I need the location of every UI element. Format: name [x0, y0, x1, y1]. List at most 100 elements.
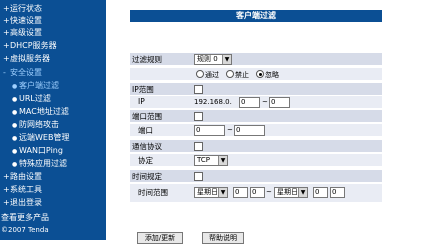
- client-filter-form: 客户端过滤 过滤规则 规则 0 ▼ 通过 禁止 忽略 IP范围 IP 192.16…: [130, 10, 382, 218]
- hour-start-input[interactable]: 0: [233, 187, 248, 198]
- time-range-row: 时间范围 星期日 ▼ 0 0 ~ 星期日 ▼ 0 0: [130, 184, 382, 202]
- expand-icon: +: [3, 16, 10, 25]
- sidebar-item-advanced[interactable]: +高级设置: [3, 27, 42, 38]
- expand-icon: +: [3, 198, 10, 207]
- bullet-icon: ●: [12, 135, 18, 142]
- sidebar-item-logout[interactable]: +退出登录: [3, 197, 42, 208]
- radio-deny[interactable]: [226, 70, 234, 78]
- sidebar-item-virtual-server[interactable]: +虚拟服务器: [3, 53, 50, 64]
- sidebar-item-client-filter[interactable]: ● 客户端过滤: [12, 80, 59, 91]
- day-end-value: 星期日: [277, 188, 298, 196]
- expand-icon: +: [3, 172, 10, 181]
- day-end-select[interactable]: 星期日 ▼: [274, 187, 308, 198]
- expand-icon: +: [3, 28, 10, 37]
- chevron-down-icon: ▼: [298, 188, 307, 197]
- help-button[interactable]: 帮助说明: [202, 232, 244, 244]
- protocol-label: 协定: [138, 156, 153, 165]
- ip-range-row: IP范围: [130, 83, 382, 95]
- port-range-checkbox[interactable]: [194, 112, 203, 121]
- sidebar-item-label: MAC地址过滤: [19, 107, 69, 116]
- sidebar-item-label: 特殊应用过滤: [19, 159, 67, 168]
- add-update-button[interactable]: 添加/更新: [137, 232, 183, 244]
- sidebar-item-label: 远端WEB管理: [19, 133, 70, 142]
- sidebar-item-label: 快速设置: [10, 16, 42, 25]
- time-section-label: 时间规定: [132, 172, 162, 181]
- chevron-down-icon: ▼: [218, 156, 227, 165]
- day-start-value: 星期日: [197, 188, 218, 196]
- sidebar: +运行状态 +快速设置 +高级设置 +DHCP服务器 +虚拟服务器 - 安全设置 …: [0, 0, 106, 240]
- expand-icon: +: [3, 185, 10, 194]
- ip-label: IP: [138, 97, 145, 106]
- chevron-down-icon: ▼: [218, 188, 227, 197]
- sidebar-item-label: 安全设置: [10, 68, 42, 77]
- main-content: 客户端过滤 过滤规则 规则 0 ▼ 通过 禁止 忽略 IP范围 IP 192.16…: [106, 0, 430, 244]
- hour-end-input[interactable]: 0: [313, 187, 328, 198]
- ip-range-label: IP范围: [132, 85, 154, 94]
- sidebar-item-special-app[interactable]: ● 特殊应用过滤: [12, 158, 67, 169]
- ip-prefix: 192.168.0.: [194, 98, 232, 106]
- min-end-input[interactable]: 0: [330, 187, 345, 198]
- sidebar-item-label: DHCP服务器: [10, 41, 57, 50]
- port-range-label: 端口范围: [132, 112, 162, 121]
- radio-deny-label: 禁止: [235, 71, 249, 79]
- sidebar-item-label: 虚拟服务器: [10, 54, 50, 63]
- sidebar-item-label: 运行状态: [10, 4, 42, 13]
- port-end-input[interactable]: 0: [234, 125, 265, 136]
- collapse-icon: -: [3, 68, 6, 77]
- sidebar-item-mac-filter[interactable]: ● MAC地址过滤: [12, 106, 69, 117]
- time-checkbox[interactable]: [194, 172, 203, 181]
- protocol-section-row: 通信协议: [130, 140, 382, 152]
- bullet-icon: ●: [12, 122, 18, 129]
- time-range-label: 时间范围: [138, 188, 168, 197]
- expand-icon: +: [3, 54, 10, 63]
- sidebar-item-tools[interactable]: +系统工具: [3, 184, 42, 195]
- radio-pass-label: 通过: [205, 71, 219, 79]
- protocol-section-label: 通信协议: [132, 142, 162, 151]
- protocol-row: 协定 TCP ▼: [130, 154, 382, 166]
- sidebar-item-remote-web[interactable]: ● 远端WEB管理: [12, 132, 69, 143]
- time-section-row: 时间规定: [130, 170, 382, 182]
- sidebar-item-label: 防网络攻击: [19, 120, 59, 129]
- protocol-value: TCP: [197, 156, 210, 164]
- ip-separator: ~: [262, 98, 268, 106]
- sidebar-item-dhcp[interactable]: +DHCP服务器: [3, 40, 57, 51]
- radio-pass[interactable]: [196, 70, 204, 78]
- bullet-icon: ●: [12, 148, 18, 155]
- action-row: 通过 禁止 忽略: [130, 68, 382, 80]
- copyright: ©2007 Tenda: [1, 226, 49, 234]
- port-separator: ~: [227, 126, 233, 134]
- expand-icon: +: [3, 4, 10, 13]
- radio-ignore[interactable]: [256, 70, 264, 78]
- ip-range-checkbox[interactable]: [194, 85, 203, 94]
- day-start-select[interactable]: 星期日 ▼: [194, 187, 228, 198]
- sidebar-item-anti-attack[interactable]: ● 防网络攻击: [12, 119, 59, 130]
- filter-rule-select[interactable]: 规则 0 ▼: [194, 54, 232, 65]
- ip-end-input[interactable]: 0: [269, 97, 290, 108]
- sidebar-item-label: 路由设置: [10, 172, 42, 181]
- sidebar-item-quick-setup[interactable]: +快速设置: [3, 15, 42, 26]
- port-start-input[interactable]: 0: [194, 125, 225, 136]
- min-start-input[interactable]: 0: [250, 187, 265, 198]
- sidebar-item-url-filter[interactable]: ● URL过滤: [12, 93, 51, 104]
- sidebar-item-status[interactable]: +运行状态: [3, 3, 42, 14]
- expand-icon: +: [3, 41, 10, 50]
- sidebar-item-label: URL过滤: [19, 94, 51, 103]
- sidebar-item-label: WAN口Ping: [19, 146, 63, 155]
- sidebar-item-routing[interactable]: +路由设置: [3, 171, 42, 182]
- sidebar-item-label: 退出登录: [10, 198, 42, 207]
- more-products-link[interactable]: 查看更多产品: [1, 212, 49, 223]
- bullet-icon: ●: [12, 83, 18, 90]
- ip-start-input[interactable]: 0: [239, 97, 260, 108]
- protocol-checkbox[interactable]: [194, 142, 203, 151]
- bullet-icon: ●: [12, 96, 18, 103]
- protocol-select[interactable]: TCP ▼: [194, 155, 228, 166]
- sidebar-item-security[interactable]: - 安全设置: [3, 67, 42, 78]
- port-label: 端口: [138, 126, 153, 135]
- sidebar-item-label: 高级设置: [10, 28, 42, 37]
- sidebar-item-label: 客户端过滤: [19, 81, 59, 90]
- port-row: 端口 0 ~ 0: [130, 124, 382, 136]
- sidebar-item-wan-ping[interactable]: ● WAN口Ping: [12, 145, 63, 156]
- ip-row: IP 192.168.0. 0 ~ 0: [130, 96, 382, 108]
- time-separator: ~: [266, 188, 272, 196]
- port-range-row: 端口范围: [130, 110, 382, 122]
